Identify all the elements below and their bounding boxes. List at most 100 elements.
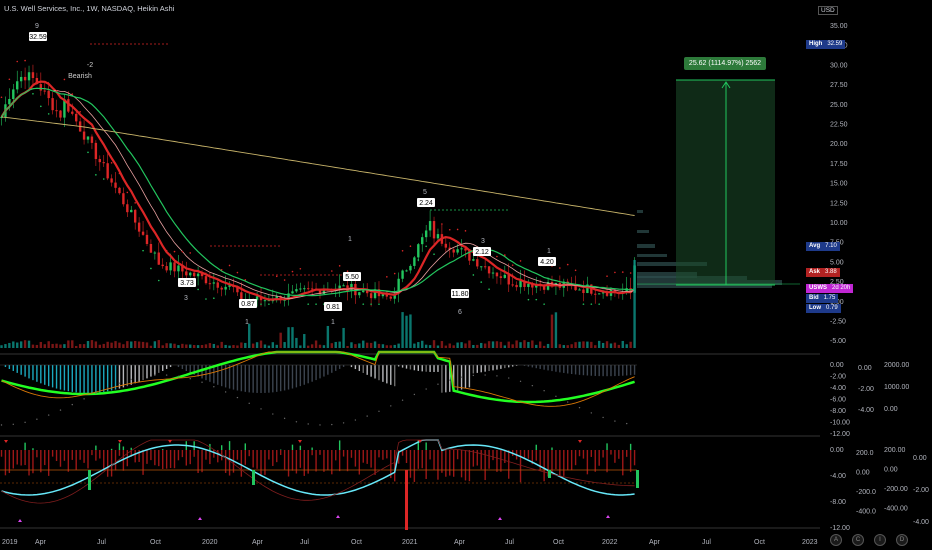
macd-dot (118, 382, 121, 384)
sar-dot (47, 113, 50, 115)
drawings-button[interactable]: D (896, 534, 908, 546)
macd-scale-tick: -8.00 (830, 408, 846, 415)
candle-body (597, 293, 601, 295)
ma-pink-line (1, 87, 635, 299)
time-axis-tick: Oct (150, 539, 161, 546)
oscillator-scale-tick-2: 200.0 (856, 450, 874, 457)
currency-label[interactable]: USD (818, 6, 838, 15)
sar-dot (574, 269, 577, 272)
sar-dot (519, 260, 522, 262)
candle-body (511, 284, 514, 286)
price-flag-label: 11.80 (452, 291, 469, 298)
price-flag-label: 3.73 (180, 280, 194, 287)
volume-bar (444, 345, 448, 348)
candle-body (149, 243, 153, 253)
volume-bar (86, 341, 90, 348)
chart-canvas[interactable]: 35.0032.5030.0027.5025.0022.5020.0017.50… (0, 0, 932, 550)
volume-bar (558, 344, 562, 348)
macd-dot (484, 374, 486, 376)
volume-bar (244, 342, 247, 348)
candle-body (480, 266, 483, 268)
volume-bar (377, 343, 381, 348)
oscillator-panel (0, 439, 639, 530)
macd-dot (378, 410, 380, 413)
candle-body (503, 274, 507, 278)
sell-signal-marker (298, 440, 302, 443)
sar-dot (0, 96, 3, 99)
candle-body (43, 90, 46, 92)
volume-bar (157, 340, 160, 348)
candle-body (216, 282, 219, 288)
candle-body (12, 89, 15, 100)
volume-bar (133, 340, 137, 348)
sar-dot (213, 297, 215, 300)
candle-body (444, 243, 448, 248)
sar-dot (150, 267, 152, 270)
volume-bar (625, 344, 628, 348)
macd-dot (0, 424, 3, 426)
volume-bar (181, 343, 184, 348)
macd-dot (543, 390, 545, 392)
oscillator-scale-tick-2: -200.0 (856, 489, 876, 496)
volume-bar (145, 342, 149, 348)
time-axis-tick: Apr (454, 539, 466, 546)
sar-dot (189, 252, 192, 254)
volume-profile-bar (637, 230, 649, 233)
volume-bar (94, 341, 98, 348)
volume-bar (122, 344, 125, 348)
candle-body (169, 262, 172, 271)
volume-bar (476, 344, 479, 348)
candle-body (456, 249, 459, 253)
volume-bar (578, 341, 581, 348)
auto-scale-button[interactable]: A (830, 534, 842, 546)
volume-bar (582, 341, 585, 348)
volume-bar (562, 345, 565, 348)
sar-dot (205, 298, 207, 300)
sar-dot (173, 250, 176, 253)
volume-bar (232, 345, 235, 348)
macd-scale-tick-3: 0.00 (884, 406, 898, 413)
candle-body (495, 272, 499, 277)
volume-bar (424, 344, 428, 348)
volume-bar (365, 342, 369, 348)
volume-bar (82, 344, 86, 348)
candle-body (578, 289, 581, 291)
price-scale-tick: 25.00 (830, 102, 848, 109)
volume-bar (177, 345, 180, 348)
macd-scale-tick-3: 2000.00 (884, 362, 909, 369)
candle-body (71, 111, 74, 114)
candle-body (161, 264, 164, 267)
time-axis-tick: Jul (505, 539, 514, 546)
td-count-label: 5 (423, 189, 427, 196)
volume-bar (126, 341, 129, 348)
candle-body (527, 283, 530, 287)
macd-dot (590, 412, 593, 414)
macd-dot (95, 392, 97, 394)
sar-dot (488, 288, 490, 291)
volume-bar (263, 344, 267, 348)
sar-dot (32, 93, 34, 95)
volume-bar (354, 344, 357, 348)
compare-button[interactable]: C (852, 534, 864, 546)
macd-dot (472, 374, 475, 377)
volume-bar (594, 345, 597, 348)
candle-body (86, 136, 90, 140)
macd-dot (401, 399, 404, 401)
sar-dot (338, 265, 341, 267)
macd-scale-tick: -12.00 (830, 431, 850, 438)
volume-bar (141, 341, 145, 348)
volume-bar (114, 341, 117, 348)
sar-dot (480, 281, 483, 283)
candle-body (189, 272, 192, 276)
volume-bar (491, 341, 495, 348)
candle-body (196, 273, 200, 277)
volume-bar (322, 345, 326, 348)
macd-dot (283, 417, 286, 420)
td-count-label: 1 (245, 319, 249, 326)
volume-bar (550, 314, 554, 348)
indicators-button[interactable]: I (874, 534, 886, 546)
candle-body (27, 72, 31, 81)
candle-body (499, 276, 503, 278)
oscillator-spike (405, 470, 408, 530)
sell-signal-marker (168, 440, 172, 443)
